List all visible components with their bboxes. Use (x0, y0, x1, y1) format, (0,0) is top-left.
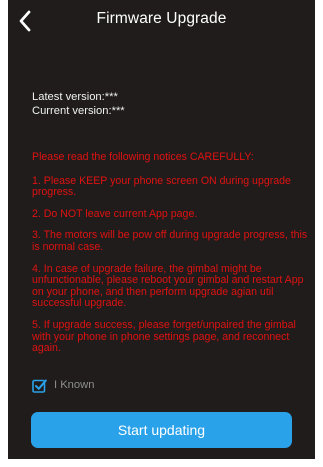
checkbox-checked-icon[interactable] (32, 378, 47, 393)
latest-version-text: Latest version:*** (32, 91, 118, 103)
notice-item: 2. Do NOT leave current App page. (32, 207, 198, 220)
notice-item: 1. Please KEEP your phone screen ON duri… (32, 174, 291, 199)
acknowledge-label[interactable]: I Known (54, 379, 94, 391)
firmware-upgrade-screen: Firmware Upgrade Latest version:*** Curr… (8, 0, 315, 459)
page-title: Firmware Upgrade (96, 10, 227, 27)
current-version-text: Current version:*** (32, 105, 125, 117)
start-updating-button[interactable]: Start updating (31, 412, 292, 448)
notice-heading: Please read the following notices CAREFU… (32, 151, 254, 163)
version-info: Latest version:*** Current version:*** (32, 90, 125, 118)
upgrade-notices: Please read the following notices CAREFU… (32, 151, 314, 365)
notice-item: 4. In case of upgrade failure, the gimba… (32, 262, 304, 310)
header: Firmware Upgrade (8, 0, 315, 40)
notice-item: 3. The motors will be pow off during upg… (32, 229, 308, 253)
acknowledge-row: I Known (32, 375, 94, 395)
notice-item: 5. If upgrade success, please forget/unp… (32, 318, 296, 355)
